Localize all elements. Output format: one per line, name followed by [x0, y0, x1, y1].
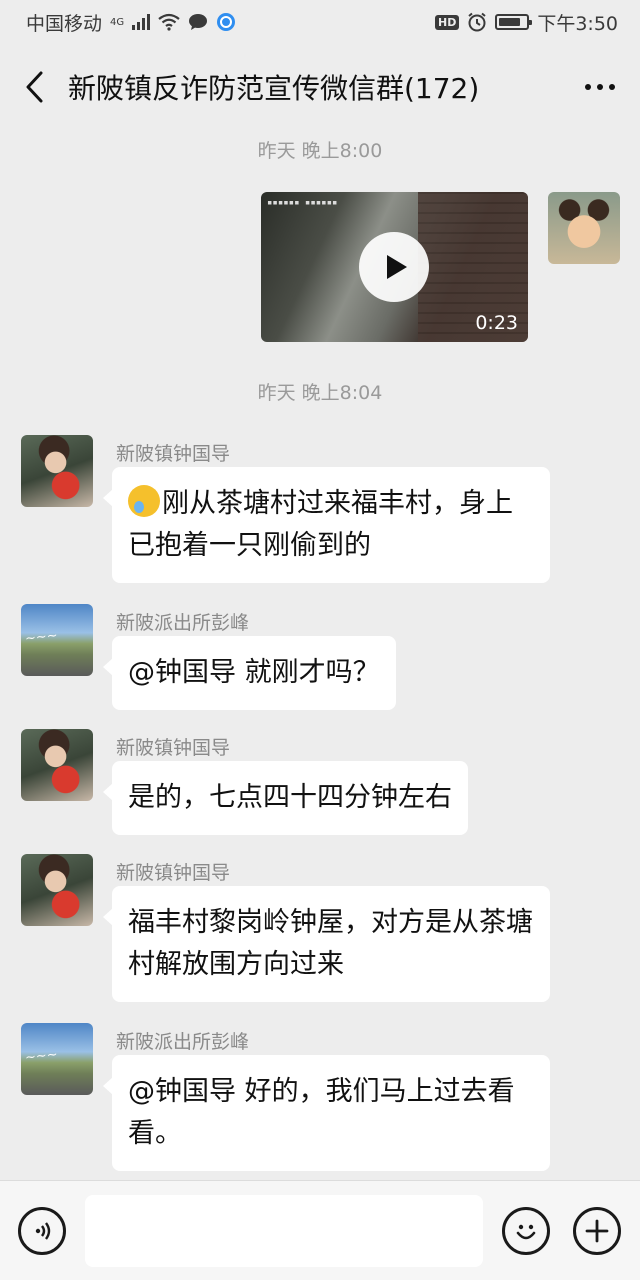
timestamp: 昨天 晚上8:04 [257, 382, 383, 404]
wifi-icon [158, 13, 180, 31]
status-left: 中国移动 4G [26, 9, 236, 36]
back-button[interactable] [0, 44, 68, 130]
input-bar [0, 1180, 640, 1280]
sender-name: 新陂派出所彭峰 [116, 1031, 250, 1053]
message-bubble[interactable]: @钟国导 就刚才吗？ [103, 636, 396, 710]
video-duration: 0:23 [475, 312, 518, 334]
avatar[interactable]: ~~~ [21, 1023, 93, 1095]
message-input[interactable] [85, 1195, 483, 1267]
message-text: @钟国导 就刚才吗？ [128, 657, 380, 688]
app-notification-icon [217, 13, 236, 31]
sender-name: 新陂镇钟国导 [116, 862, 231, 884]
message-notification-icon [189, 14, 208, 30]
status-bar: 中国移动 4G HD 下午3:50 [0, 0, 640, 44]
message-bubble[interactable]: 福丰村黎岗岭钟屋，对方是从茶塘村解放围方向过来 [103, 886, 550, 1002]
avatar[interactable] [21, 854, 93, 926]
more-actions-button[interactable] [573, 1207, 621, 1255]
nav-bar: 新陂镇反诈防范宣传微信群(172) [0, 44, 640, 130]
sender-name: 新陂镇钟国导 [116, 443, 231, 465]
play-button[interactable] [359, 232, 429, 302]
avatar-signature: ~~~ [24, 628, 59, 647]
more-dot-icon [609, 84, 615, 90]
chat-area[interactable]: 昨天 晚上8:00 ▪▪▪▪▪▪ ▪▪▪▪▪▪ 0:23 昨天 晚上8:04 新… [0, 130, 640, 1180]
voice-icon [35, 1222, 51, 1240]
battery-icon [495, 14, 533, 30]
network-label: 4G [110, 16, 125, 28]
message-text: 福丰村黎岗岭钟屋，对方是从茶塘村解放围方向过来 [128, 907, 533, 980]
emoji-button[interactable] [502, 1207, 550, 1255]
more-dot-icon [597, 84, 603, 90]
message-bubble[interactable]: 是的，七点四十四分钟左右 [103, 761, 468, 835]
video-message[interactable]: ▪▪▪▪▪▪ ▪▪▪▪▪▪ 0:23 [261, 192, 528, 342]
more-dot-icon [585, 84, 591, 90]
smiley-icon [516, 1224, 536, 1240]
avatar[interactable]: ~~~ [21, 604, 93, 676]
carrier-label: 中国移动 [26, 12, 103, 35]
hd-badge: HD [434, 14, 460, 30]
status-right: HD 下午3:50 [434, 9, 618, 36]
timestamp: 昨天 晚上8:00 [257, 140, 383, 162]
message-bubble[interactable]: 刚从茶塘村过来福丰村，身上已抱着一只刚偷到的 [103, 467, 550, 583]
page-title: 新陂镇反诈防范宣传微信群(172) [68, 72, 480, 105]
message-text: @钟国导 好的，我们马上过去看看。 [128, 1076, 515, 1149]
clock-label: 下午3:50 [537, 12, 618, 35]
signal-icon [132, 14, 151, 30]
message-bubble[interactable]: @钟国导 好的，我们马上过去看看。 [103, 1055, 550, 1171]
video-overlay-stamp: ▪▪▪▪▪▪ ▪▪▪▪▪▪ [267, 198, 338, 208]
sender-name: 新陂镇钟国导 [116, 737, 231, 759]
message-text: 是的，七点四十四分钟左右 [128, 782, 452, 813]
avatar-signature: ~~~ [24, 1047, 59, 1066]
avatar[interactable] [21, 729, 93, 801]
avatar[interactable] [548, 192, 620, 264]
crying-laughing-emoji-icon [128, 485, 160, 517]
chevron-left-icon [26, 71, 43, 103]
voice-button[interactable] [18, 1207, 66, 1255]
message-text: 刚从茶塘村过来福丰村，身上已抱着一只刚偷到的 [128, 488, 513, 561]
plus-icon [585, 1219, 609, 1243]
more-button[interactable] [560, 44, 640, 130]
alarm-icon [468, 12, 486, 32]
avatar[interactable] [21, 435, 93, 507]
sender-name: 新陂派出所彭峰 [116, 612, 250, 634]
